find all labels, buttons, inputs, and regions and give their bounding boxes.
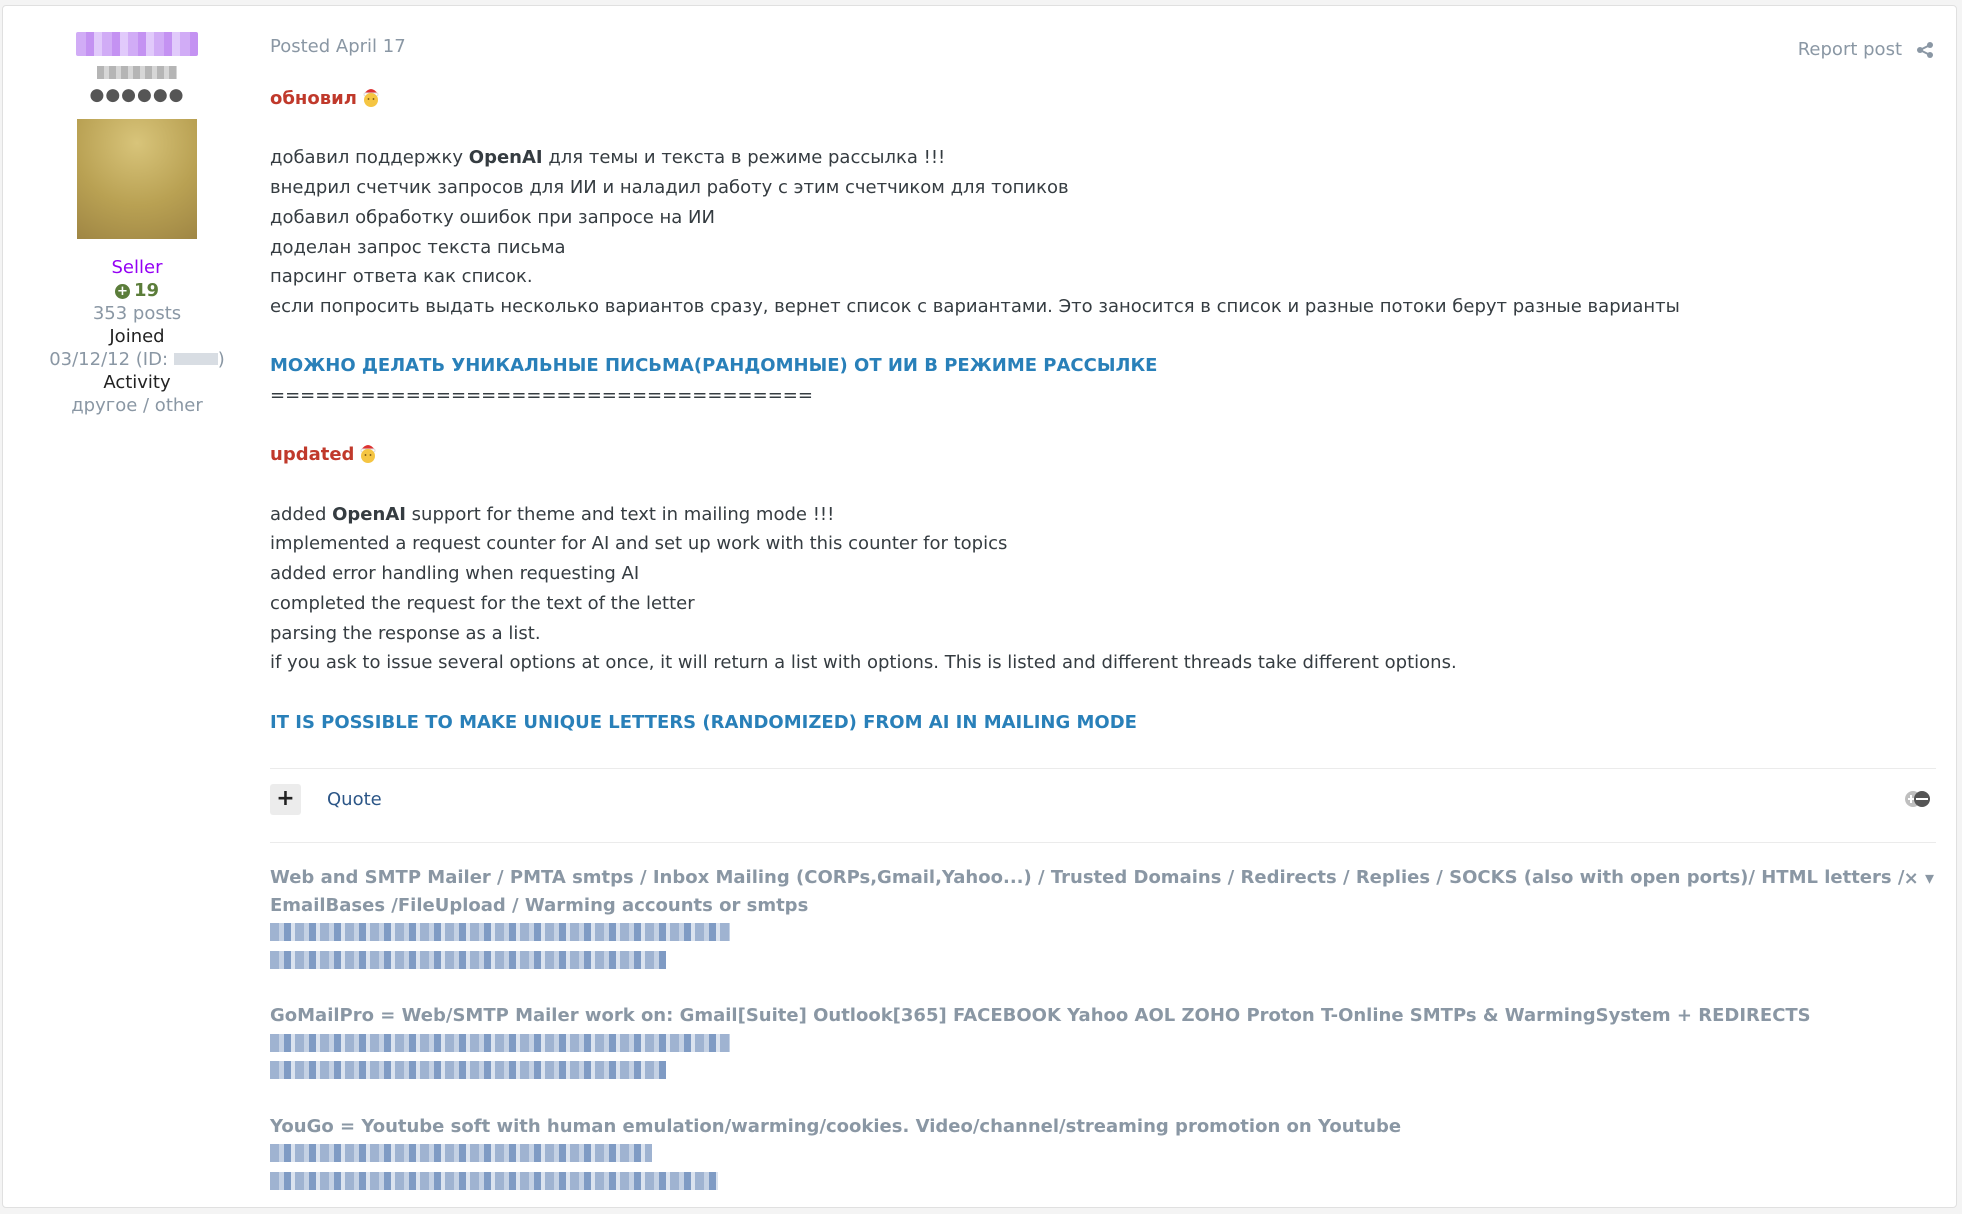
author-group: Seller: [111, 257, 163, 278]
en-highlight: IT IS POSSIBLE TO MAKE UNIQUE LETTERS (R…: [270, 711, 1137, 733]
quote-button[interactable]: Quote: [327, 789, 382, 810]
santa-emoji-icon: [363, 89, 379, 107]
redacted-link[interactable]: [270, 1033, 730, 1052]
en-line: completed the request for the text of th…: [270, 592, 695, 614]
ru-line: внедрил счетчик запросов для ИИ и налади…: [270, 177, 1069, 199]
ru-line: парсинг ответа как список.: [270, 266, 533, 288]
en-line: if you ask to issue several options at o…: [270, 652, 1457, 674]
plus-circle-icon: +: [114, 284, 130, 299]
signature-title: Web and SMTP Mailer / PMTA smtps / Inbox…: [270, 867, 1905, 888]
activity-label: Activity: [103, 372, 171, 393]
redacted-link[interactable]: [270, 1144, 652, 1162]
posted-date: Posted April 17: [270, 36, 406, 57]
en-line: implemented a request counter for AI and…: [270, 533, 1008, 555]
redacted-link[interactable]: [270, 1061, 666, 1079]
share-icon[interactable]: [1916, 41, 1934, 59]
reputation-badge: +19: [3, 280, 271, 301]
post-count: 353 posts: [92, 303, 182, 324]
divider: [270, 842, 1936, 843]
author-name-redacted[interactable]: [76, 32, 198, 56]
reputation-count: 19: [133, 280, 160, 301]
ru-line: добавил обработку ошибок при запросе на …: [270, 206, 715, 228]
signature-title: EmailBases /FileUpload / Warming account…: [270, 894, 809, 916]
ru-line: добавил поддержку OpenAI для темы и текс…: [270, 147, 946, 169]
heading-en: updated: [270, 440, 1910, 470]
post-card: ●●●●●● Seller +19 353 posts Joined 03/12…: [2, 5, 1957, 1208]
avatar[interactable]: [77, 119, 197, 239]
signature-title: GoMailPro = Web/SMTP Mailer work on: Gma…: [270, 1005, 1811, 1026]
react-plus-button[interactable]: +: [270, 784, 301, 815]
divider: [270, 768, 1936, 769]
post-body: обновил добавил поддержку OpenAI для тем…: [270, 84, 1910, 737]
redacted-link[interactable]: [270, 1171, 718, 1190]
ru-line: доделан запрос текста письма: [270, 236, 566, 258]
santa-emoji-icon: [360, 445, 376, 464]
user-id-redacted: [173, 353, 218, 365]
multiquote-toggle-icon[interactable]: [1904, 790, 1932, 808]
redacted-link[interactable]: [270, 923, 730, 941]
ru-line: если попросить выдать несколько варианто…: [270, 295, 1680, 317]
signature: Web and SMTP Mailer / PMTA smtps / Inbox…: [270, 864, 1910, 1195]
ru-highlight: МОЖНО ДЕЛАТЬ УНИКАЛЬНЫЕ ПИСЬМА(РАНДОМНЫЕ…: [270, 355, 1158, 377]
activity-value: другое / other: [71, 395, 203, 416]
rank-dots: ●●●●●●: [89, 85, 185, 105]
en-line: parsing the response as a list.: [270, 622, 541, 644]
joined-label: Joined: [109, 326, 165, 347]
signature-title: YouGo = Youtube soft with human emulatio…: [270, 1115, 1402, 1137]
en-line: added error handling when requesting AI: [270, 563, 640, 585]
author-title-redacted: [97, 66, 177, 79]
joined-value: 03/12/12 (ID: ): [49, 349, 225, 370]
redacted-link[interactable]: [270, 950, 666, 969]
report-post-link[interactable]: Report post: [1798, 39, 1902, 60]
en-line: added OpenAI support for theme and text …: [270, 503, 835, 525]
heading-ru: обновил: [270, 84, 1910, 114]
author-panel: ●●●●●● Seller +19 353 posts Joined 03/12…: [3, 6, 271, 416]
separator: ====================================: [270, 385, 813, 406]
post-content: Posted April 17 Report post обновил доба…: [270, 6, 1956, 1207]
